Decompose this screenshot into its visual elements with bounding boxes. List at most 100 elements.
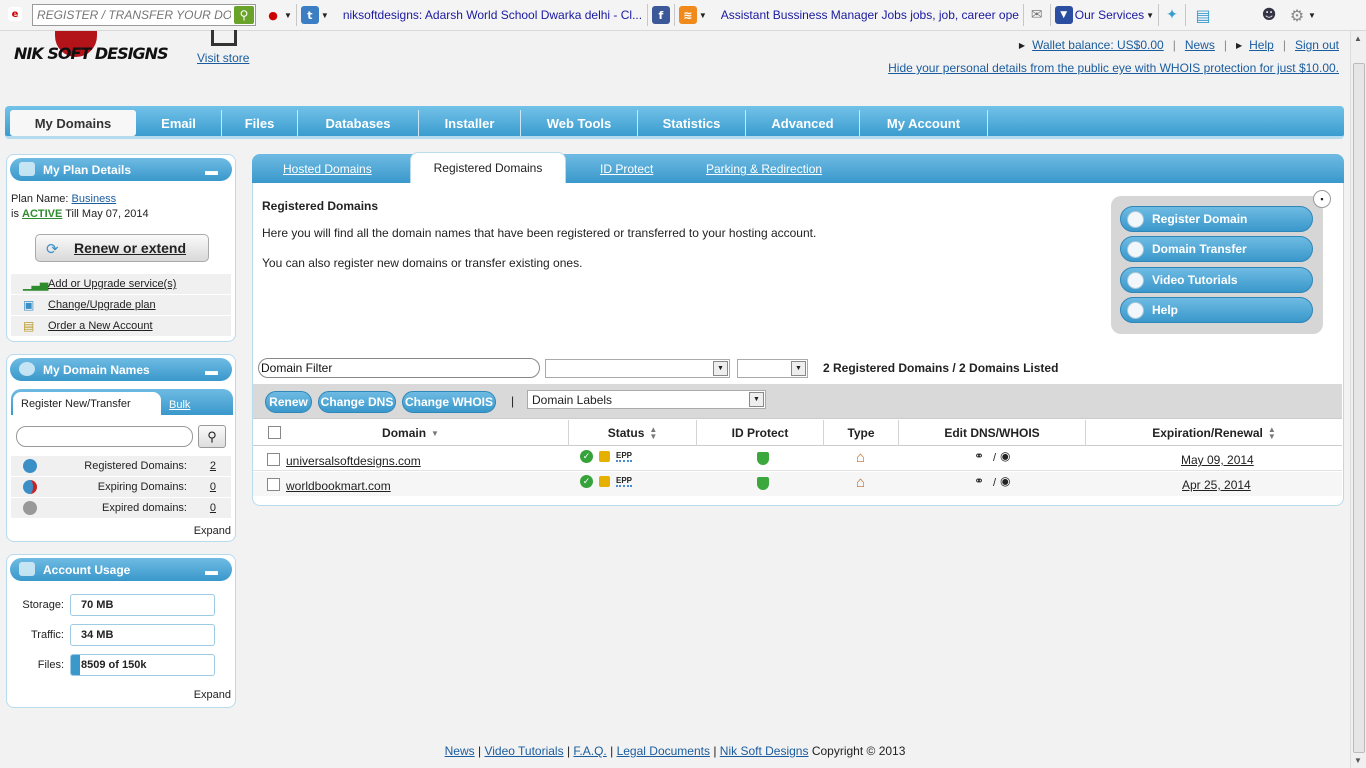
scroll-down-icon[interactable]: ▼ (1354, 756, 1362, 765)
mail-icon[interactable]: ✉ (1028, 6, 1046, 24)
tab-hosted-domains[interactable]: Hosted Domains (283, 162, 372, 176)
change-dns-button[interactable]: Change DNS (318, 391, 396, 413)
chevron-down-icon[interactable]: ▼ (321, 11, 329, 20)
news-link[interactable]: News (1185, 38, 1215, 52)
nav-tab-web-tools[interactable]: Web Tools (521, 110, 638, 136)
expiry-date-link[interactable]: May 09, 2014 (1181, 453, 1254, 467)
chevron-down-icon[interactable]: ▼ (1308, 11, 1316, 20)
domain-labels-select[interactable]: Domain Labels ▼ (527, 390, 766, 409)
video-tutorials-button[interactable]: Video Tutorials (1120, 267, 1313, 293)
nav-tab-installer[interactable]: Installer (419, 110, 521, 136)
nav-tab-advanced[interactable]: Advanced (746, 110, 860, 136)
renew-selected-button[interactable]: Renew (265, 391, 312, 413)
chevron-down-icon[interactable]: ▼ (713, 361, 728, 376)
expand-link[interactable]: Expand (194, 525, 231, 537)
edit-dns-icon[interactable]: ⚭ (974, 474, 984, 488)
user-icon[interactable]: ☻ (1260, 6, 1278, 24)
filter-select[interactable]: ▼ (545, 359, 730, 378)
search-icon[interactable]: ⚲ (234, 6, 254, 24)
nav-tab-my-domains[interactable]: My Domains (10, 110, 136, 136)
minimize-icon[interactable]: ▬ (205, 363, 218, 378)
toolbar-link-rss-feed[interactable]: Assistant Bussiness Manager Jobs jobs, j… (721, 8, 1019, 22)
footer-faq-link[interactable]: F.A.Q. (573, 744, 606, 758)
help-link[interactable]: Help (1249, 38, 1274, 52)
domain-filter-input[interactable] (258, 358, 540, 378)
row-checkbox[interactable] (267, 453, 280, 466)
domain-search-input[interactable] (16, 426, 193, 447)
change-whois-button[interactable]: Change WHOIS (402, 391, 496, 413)
page-icon[interactable]: ▤ (1194, 6, 1212, 25)
chevron-down-icon[interactable]: ▼ (749, 392, 764, 407)
sparkle-icon[interactable]: ✦ (1163, 6, 1181, 24)
expiry-date-link[interactable]: Apr 25, 2014 (1182, 478, 1251, 492)
registered-domains-count[interactable]: 2 (210, 460, 216, 472)
gear-icon[interactable]: ⚙ (1288, 6, 1306, 25)
scrollbar-thumb[interactable] (1353, 63, 1365, 753)
nav-tab-statistics[interactable]: Statistics (638, 110, 746, 136)
sort-icon[interactable]: ▲ ▼ (1268, 426, 1276, 441)
list-item[interactable]: ▤ Order a New Account (11, 316, 231, 337)
sort-icon[interactable]: ▲ ▼ (649, 426, 657, 441)
column-header-status[interactable]: Status ▲ ▼ (569, 420, 697, 446)
eye-icon[interactable]: ◉ (1000, 474, 1010, 488)
collapse-icon[interactable]: ▪ (1313, 190, 1331, 208)
wallet-balance-link[interactable]: Wallet balance: US$0.00 (1032, 38, 1164, 52)
expired-domains-count[interactable]: 0 (210, 502, 216, 514)
domain-transfer-button[interactable]: Domain Transfer (1120, 236, 1313, 262)
footer-video-tutorials-link[interactable]: Video Tutorials (484, 744, 563, 758)
minimize-icon[interactable]: ▬ (205, 163, 218, 178)
row-checkbox[interactable] (267, 478, 280, 491)
list-item[interactable]: Expired domains: 0 (11, 498, 231, 519)
tab-registered-domains[interactable]: Registered Domains (410, 152, 566, 183)
our-services-menu[interactable]: Our Services (1075, 8, 1144, 22)
tab-id-protect[interactable]: ID Protect (600, 162, 653, 176)
footer-news-link[interactable]: News (445, 744, 475, 758)
per-page-select[interactable]: ▼ (737, 359, 808, 378)
plan-name-link[interactable]: Business (72, 193, 117, 205)
plan-details-header[interactable]: My Plan Details ▬ (10, 158, 232, 181)
company-logo[interactable]: NIK SOFT DESIGNS (14, 44, 169, 63)
facebook-icon[interactable]: f (651, 6, 670, 24)
services-dropdown-icon[interactable]: ▼ (1054, 6, 1073, 24)
account-usage-header[interactable]: Account Usage ▬ (10, 558, 232, 581)
chevron-down-icon[interactable]: ▼ (699, 11, 707, 20)
domain-link[interactable]: worldbookmart.com (286, 479, 391, 493)
page-scrollbar[interactable]: ▲ ▼ (1350, 31, 1366, 768)
column-header-expiration[interactable]: Expiration/Renewal ▲ ▼ (1086, 420, 1342, 446)
nav-tab-email[interactable]: Email (136, 110, 222, 136)
chevron-down-icon[interactable]: ▼ (284, 11, 292, 20)
whois-promo-link[interactable]: Hide your personal details from the publ… (888, 61, 1339, 75)
scroll-up-icon[interactable]: ▲ (1354, 34, 1362, 43)
rss-icon[interactable]: ≋ (678, 6, 697, 24)
domain-link[interactable]: universalsoftdesigns.com (286, 454, 421, 468)
nav-tab-files[interactable]: Files (222, 110, 298, 136)
footer-company-link[interactable]: Nik Soft Designs (720, 744, 809, 758)
domain-names-header[interactable]: My Domain Names ▬ (10, 358, 232, 381)
expand-link[interactable]: Expand (194, 689, 231, 701)
site-logo-icon[interactable]: ● (264, 6, 282, 24)
tab-bulk[interactable]: Bulk (169, 399, 190, 411)
renew-button[interactable]: ⟳ Renew or extend (35, 234, 209, 262)
expiring-domains-count[interactable]: 0 (210, 481, 216, 493)
footer-legal-link[interactable]: Legal Documents (617, 744, 710, 758)
chevron-down-icon[interactable]: ▼ (1146, 11, 1154, 20)
sign-out-link[interactable]: Sign out (1295, 38, 1339, 52)
sort-down-icon[interactable]: ▼ (431, 429, 439, 437)
list-item[interactable]: ▣ Change/Upgrade plan (11, 295, 231, 316)
eye-icon[interactable]: ◉ (1000, 449, 1010, 463)
tab-register-transfer[interactable]: Register New/Transfer (13, 392, 161, 416)
edit-dns-icon[interactable]: ⚭ (974, 449, 984, 463)
list-item[interactable]: Expiring Domains: 0 (11, 477, 231, 498)
search-icon[interactable]: ⚲ (198, 425, 226, 448)
minimize-icon[interactable]: ▬ (205, 563, 218, 578)
twitter-icon[interactable]: t (300, 6, 319, 24)
list-item[interactable]: ▁▃▅ Add or Upgrade service(s) (11, 274, 231, 295)
toolbar-link-twitter-feed[interactable]: niksoftdesigns: Adarsh World School Dwar… (343, 8, 643, 22)
add-upgrade-services-link[interactable]: Add or Upgrade service(s) (48, 278, 176, 290)
nav-tab-databases[interactable]: Databases (298, 110, 419, 136)
toolbar-search-input[interactable] (33, 5, 231, 25)
shield-icon[interactable] (757, 477, 769, 490)
tab-parking-redirection[interactable]: Parking & Redirection (706, 162, 822, 176)
help-button[interactable]: Help (1120, 297, 1313, 323)
shield-icon[interactable] (757, 452, 769, 465)
